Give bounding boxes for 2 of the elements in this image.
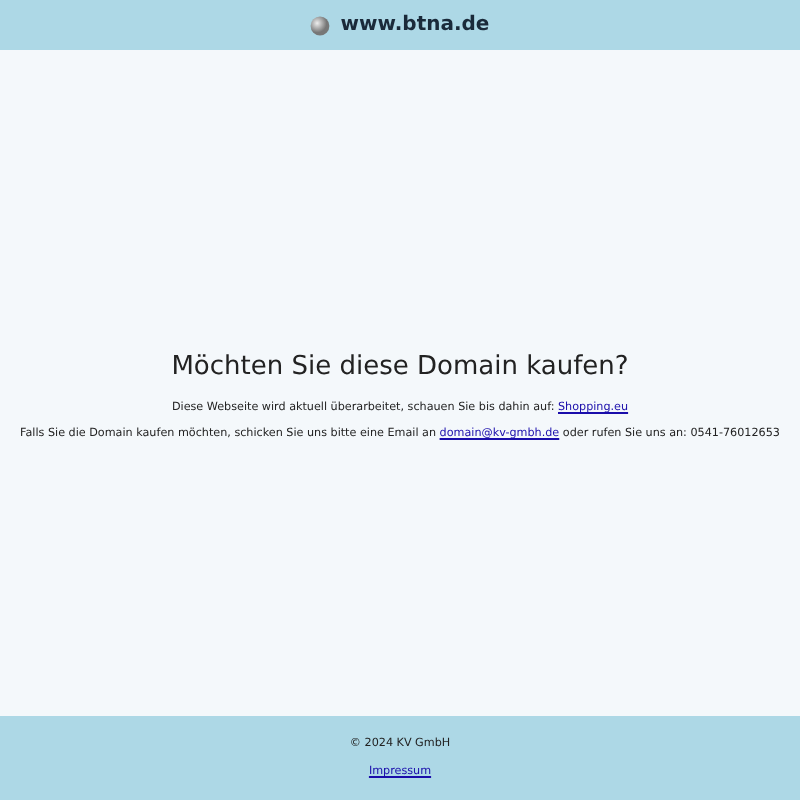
page-heading: Möchten Sie diese Domain kaufen? <box>171 352 629 382</box>
site-title: www.btna.de <box>340 14 490 36</box>
